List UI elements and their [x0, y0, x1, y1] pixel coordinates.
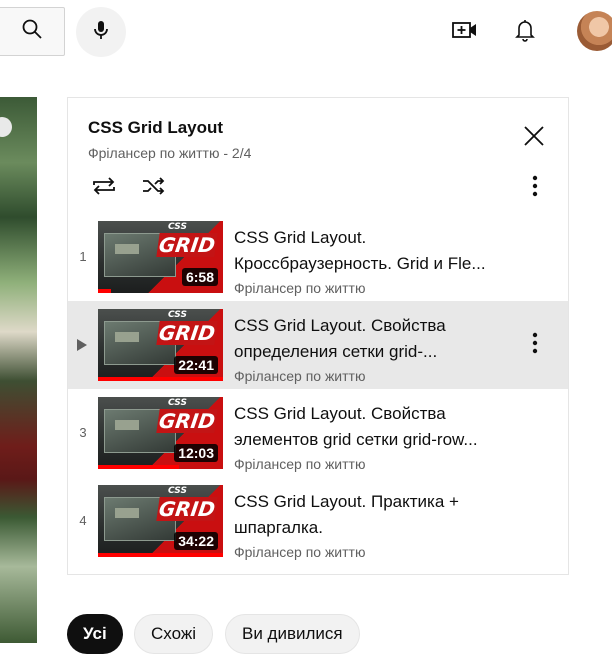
video-thumbnail[interactable]: CSS GRID 22:41 [98, 309, 223, 381]
chip-related[interactable]: Схожі [134, 614, 213, 654]
more-vert-icon [532, 175, 538, 202]
thumbnail-css-label: CSS [168, 398, 187, 408]
shuffle-icon [140, 174, 168, 203]
video-title[interactable]: CSS Grid Layout. Свойства определения се… [234, 313, 514, 365]
playlist-position: 2/4 [231, 145, 252, 161]
video-channel[interactable]: Фрілансер по життю [234, 280, 365, 296]
playlist-separator: - [219, 145, 232, 161]
playlist-subtitle: Фрілансер по життю - 2/4 [88, 145, 251, 161]
voice-search-button[interactable] [76, 7, 126, 57]
player-control-icon[interactable] [0, 117, 12, 137]
video-channel[interactable]: Фрілансер по життю [234, 368, 365, 384]
item-index: 1 [79, 249, 87, 264]
now-playing-icon [77, 339, 87, 351]
more-vert-icon [532, 332, 538, 359]
thumbnail-logo: GRID [156, 409, 218, 433]
shuffle-playlist-button[interactable] [138, 174, 170, 202]
playlist-panel: CSS Grid Layout Фрілансер по життю - 2/4 [67, 97, 569, 575]
duration-badge: 6:58 [181, 268, 218, 286]
search-button[interactable] [0, 7, 65, 56]
duration-badge: 12:03 [174, 444, 218, 462]
playlist-header: CSS Grid Layout Фрілансер по життю - 2/4 [68, 98, 568, 213]
search-icon [20, 17, 44, 46]
thumbnail-logo: GRID [156, 233, 218, 257]
playlist-channel[interactable]: Фрілансер по життю [88, 145, 219, 161]
video-thumbnail[interactable]: CSS GRID 6:58 [98, 221, 223, 293]
item-more-button[interactable] [525, 331, 545, 359]
close-playlist-button[interactable] [520, 124, 548, 152]
playlist-item[interactable]: 3 CSS GRID 12:03 CSS Grid Layout. Свойст… [68, 389, 568, 477]
close-icon [523, 125, 545, 152]
thumbnail-css-label: CSS [168, 310, 187, 320]
duration-badge: 22:41 [174, 356, 218, 374]
mic-icon [89, 18, 113, 47]
video-channel[interactable]: Фрілансер по життю [234, 544, 365, 560]
item-index: 4 [79, 513, 87, 528]
chip-watched[interactable]: Ви дивилися [225, 614, 360, 654]
video-channel[interactable]: Фрілансер по життю [234, 456, 365, 472]
duration-badge: 34:22 [174, 532, 218, 550]
playlist-item[interactable]: 1 CSS GRID 6:58 CSS Grid Layout. Кроссбр… [68, 213, 568, 301]
bell-icon [513, 17, 537, 48]
watch-progress-bar [98, 553, 223, 557]
loop-playlist-button[interactable] [88, 174, 120, 202]
avatar[interactable] [577, 11, 612, 51]
thumbnail-logo: GRID [156, 497, 218, 521]
playlist-item[interactable]: 4 CSS GRID 34:22 CSS Grid Layout. Практи… [68, 477, 568, 565]
video-thumbnail[interactable]: CSS GRID 34:22 [98, 485, 223, 557]
thumbnail-logo: GRID [156, 321, 218, 345]
video-thumbnail[interactable]: CSS GRID 12:03 [98, 397, 223, 469]
video-camera-plus-icon [451, 18, 479, 47]
loop-icon [89, 174, 119, 203]
watch-progress-bar [98, 377, 223, 381]
watch-progress-bar [98, 289, 111, 293]
notifications-button[interactable] [508, 15, 542, 49]
video-title[interactable]: CSS Grid Layout. Практика + шпаргалка. [234, 489, 514, 541]
playlist-title[interactable]: CSS Grid Layout [88, 118, 223, 138]
top-bar [0, 0, 612, 66]
video-title[interactable]: CSS Grid Layout. Кроссбраузерность. Grid… [234, 225, 514, 277]
thumbnail-css-label: CSS [168, 486, 187, 496]
video-player[interactable] [0, 97, 37, 643]
playlist-more-button[interactable] [523, 174, 547, 202]
playlist-item-current[interactable]: CSS GRID 22:41 CSS Grid Layout. Свойства… [68, 301, 568, 389]
item-index: 3 [79, 425, 87, 440]
create-button[interactable] [448, 15, 482, 49]
video-title[interactable]: CSS Grid Layout. Свойства элементов grid… [234, 401, 514, 453]
chip-all[interactable]: Усі [67, 614, 123, 654]
thumbnail-css-label: CSS [168, 222, 187, 232]
watch-progress-bar [98, 465, 180, 469]
